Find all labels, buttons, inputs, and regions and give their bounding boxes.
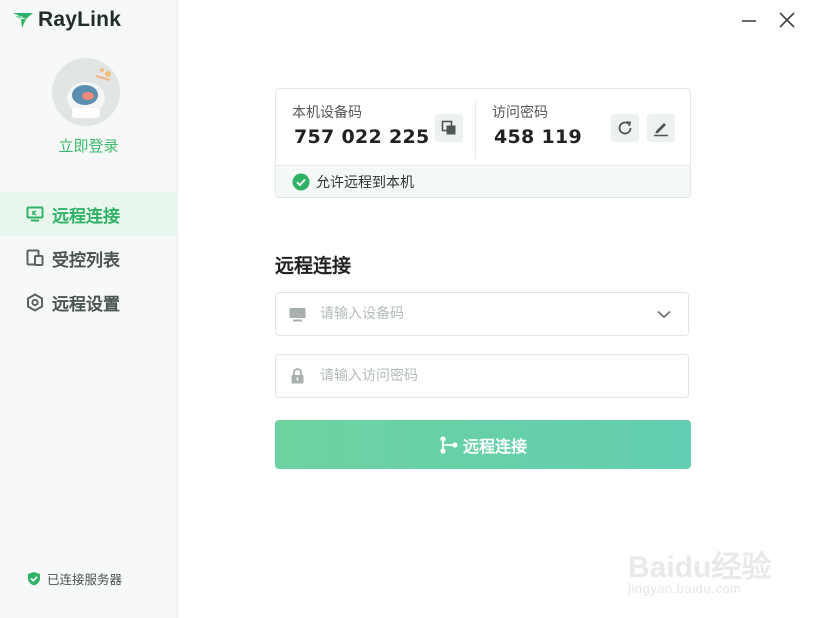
password-label: 访问密码 (492, 105, 548, 121)
remote-connect-title: 远程连接 (275, 255, 352, 277)
copy-icon (441, 120, 456, 135)
sidebar-item-label: 受控列表 (52, 250, 120, 271)
refresh-icon (618, 121, 632, 135)
password-input[interactable] (318, 367, 688, 385)
device-code-value: 757 022 225 (294, 126, 430, 148)
sidebar: RayLink 立即登录 远程连接 受控列表 远程设置 已连接服务器 (0, 0, 178, 618)
minimize-button[interactable] (739, 10, 759, 30)
brand-name: RayLink (38, 8, 122, 31)
password-field[interactable] (275, 354, 689, 398)
devices-icon (25, 248, 45, 268)
device-code-input[interactable] (318, 305, 640, 323)
shield-check-icon (27, 571, 41, 586)
app-logo: RayLink (12, 8, 121, 32)
remote-connect-button-label: 远程连接 (462, 436, 527, 456)
sidebar-item-remote-connect[interactable]: 远程连接 (0, 192, 177, 236)
check-circle-icon (292, 173, 310, 191)
astronaut-avatar-icon (52, 58, 120, 126)
device-code-label: 本机设备码 (292, 105, 362, 121)
watermark-line1: Baidu经验 (628, 551, 772, 584)
remote-connect-button[interactable]: 远程连接 (275, 420, 691, 469)
sidebar-item-label: 远程设置 (52, 294, 120, 315)
device-info-card: 本机设备码 757 022 225 访问密码 458 119 允许远程到本机 (275, 88, 691, 198)
raylink-logo-icon (13, 13, 33, 28)
settings-hex-icon (25, 292, 45, 312)
edit-icon (654, 123, 668, 137)
sidebar-nav: 远程连接 受控列表 远程设置 (0, 192, 177, 324)
allow-remote-label: 允许远程到本机 (316, 174, 414, 191)
refresh-password-button[interactable] (611, 114, 639, 142)
edit-password-button[interactable] (647, 114, 675, 142)
login-link[interactable]: 立即登录 (0, 135, 177, 156)
connect-nodes-icon (439, 435, 459, 455)
sidebar-item-controlled-list[interactable]: 受控列表 (0, 236, 177, 280)
device-history-dropdown[interactable] (640, 310, 688, 319)
server-status-label: 已连接服务器 (47, 572, 123, 587)
monitor-icon (25, 204, 45, 224)
chevron-down-icon (657, 310, 671, 318)
close-button[interactable] (777, 10, 797, 30)
allow-remote-toggle[interactable]: 允许远程到本机 (276, 165, 690, 197)
watermark-line2: jingyan.baidu.com (628, 581, 742, 596)
sidebar-item-label: 远程连接 (52, 206, 120, 227)
copy-button[interactable] (435, 114, 463, 142)
device-code-field[interactable] (275, 292, 689, 336)
lock-icon (276, 368, 318, 384)
server-status: 已连接服务器 (27, 569, 122, 588)
close-icon (779, 12, 795, 28)
baidu-watermark: Baidu经验 jingyan.baidu.com (622, 528, 802, 604)
monitor-small-icon (276, 307, 318, 322)
card-divider (475, 101, 476, 159)
sidebar-item-remote-settings[interactable]: 远程设置 (0, 280, 177, 324)
password-value: 458 119 (494, 126, 583, 148)
avatar[interactable] (52, 58, 120, 126)
minimize-icon (742, 20, 756, 22)
